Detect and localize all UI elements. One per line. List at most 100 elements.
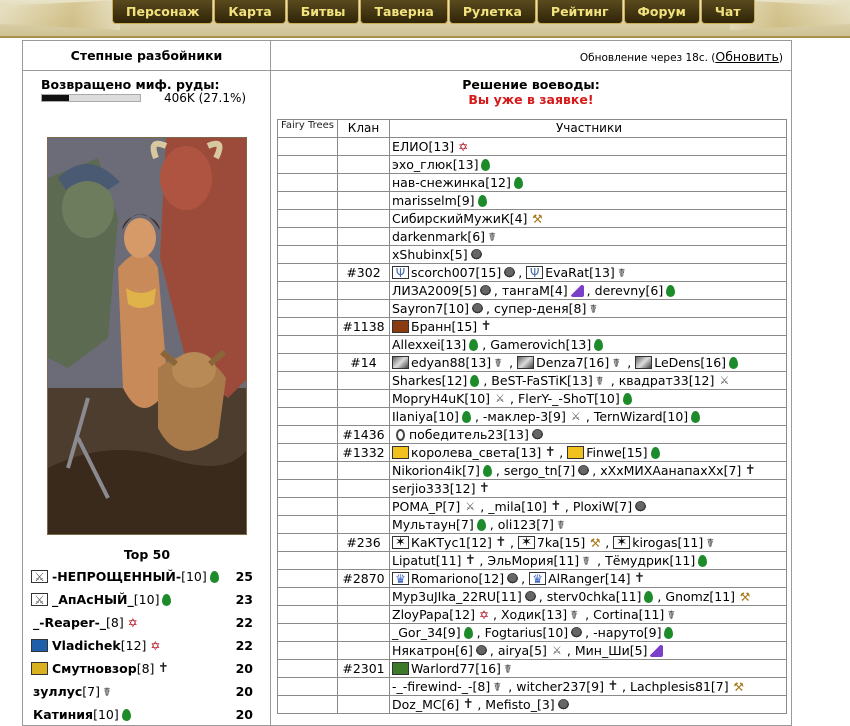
participant-name[interactable]: Cortina[11] — [593, 606, 664, 623]
participant-name[interactable]: Lipatut[11] — [392, 552, 461, 569]
clan-cell[interactable] — [338, 624, 390, 642]
participant-name[interactable]: -_-firewind-_-[8] — [392, 678, 490, 695]
participant-name[interactable]: МорryH4uK[10] — [392, 390, 490, 407]
clan-vlad-icon[interactable] — [31, 639, 48, 652]
clan-cell[interactable] — [338, 210, 390, 228]
participant-name[interactable]: королева_света[13] — [411, 444, 541, 461]
participant-name[interactable]: Ilaniya[10] — [392, 408, 459, 425]
participant-name[interactable]: POMA_P[7] — [392, 498, 460, 515]
participant-name[interactable]: тангаМ[4] — [502, 282, 568, 299]
clan-crown-icon[interactable]: ♛ — [392, 572, 409, 585]
clan-cell[interactable] — [338, 408, 390, 426]
participant-name[interactable]: ЭльМория[11] — [487, 552, 579, 569]
participant-name[interactable]: -маклер-3[9] — [483, 408, 566, 425]
participant-name[interactable]: serjio333[12] — [392, 480, 475, 497]
participant-name[interactable]: PloxiW[7] — [573, 498, 632, 515]
participant-name[interactable]: derevny[6] — [595, 282, 664, 299]
clan-denza-icon[interactable] — [517, 356, 535, 369]
nav-battles[interactable]: Битвы — [286, 0, 360, 24]
clan-cell[interactable] — [338, 696, 390, 714]
participant-name[interactable]: нав-снежинка[12] — [392, 174, 511, 191]
participant-name[interactable]: airya[5] — [498, 642, 547, 659]
clan-warlord-icon[interactable] — [392, 662, 409, 675]
participant-name[interactable]: kirogas[11] — [632, 534, 703, 551]
participant-name[interactable]: ЕЛИО[13] — [392, 138, 454, 155]
top50-player-name[interactable]: Vladichek — [52, 638, 121, 653]
participant-name[interactable]: EvaRat[13] — [545, 264, 615, 281]
nav-rating[interactable]: Рейтинг — [536, 0, 623, 24]
participant-name[interactable]: -наруто[9] — [593, 624, 661, 641]
clan-cell[interactable] — [338, 606, 390, 624]
participant-name[interactable]: Gnomz[11] — [665, 588, 735, 605]
participant-name[interactable]: LeDens[16] — [654, 354, 726, 371]
nav-chat[interactable]: Чат — [700, 0, 755, 24]
nav-forum[interactable]: Форум — [623, 0, 700, 24]
nav-character[interactable]: Персонаж — [112, 0, 214, 24]
clan-smut-icon[interactable] — [31, 662, 48, 675]
clan-cell[interactable] — [338, 516, 390, 534]
participant-name[interactable]: oli123[7] — [498, 516, 554, 533]
participant-name[interactable]: победитель23[13] — [409, 426, 529, 443]
participant-name[interactable]: scorch007[15] — [411, 264, 501, 281]
participant-name[interactable]: КаКТус1[12] — [411, 534, 492, 551]
participant-name[interactable]: ZloyPapa[12] — [392, 606, 475, 623]
participant-name[interactable]: Sharkes[12] — [392, 372, 467, 389]
participant-name[interactable]: TernWizard[10] — [594, 408, 688, 425]
participant-name[interactable]: Nikorion4ik[7] — [392, 462, 480, 479]
clan-cell[interactable]: #2870 — [338, 570, 390, 588]
participant-name[interactable]: darkenmark[6] — [392, 228, 485, 245]
clan-cell[interactable]: #14 — [338, 354, 390, 372]
top50-player-name[interactable]: _-Reaper-_ — [33, 615, 106, 630]
nav-roulette[interactable]: Рулетка — [448, 0, 536, 24]
top50-player-name[interactable]: -НЕПРОЩЕННЫЙ- — [52, 569, 181, 584]
participant-name[interactable]: Myp3uJIka_22RU[11] — [392, 588, 522, 605]
clan-cell[interactable] — [338, 192, 390, 210]
participant-name[interactable]: BeST-FaSTiK[13] — [491, 372, 592, 389]
clan-cell[interactable]: #302 — [338, 264, 390, 282]
clan-cell[interactable] — [338, 588, 390, 606]
participant-name[interactable]: sterv0chka[11] — [547, 588, 642, 605]
participant-name[interactable]: marisselm[9] — [392, 192, 475, 209]
top50-player-name[interactable]: Смутновзор — [52, 661, 137, 676]
participant-name[interactable]: edyan88[13] — [411, 354, 491, 371]
participant-name[interactable]: Тёмудрик[11] — [605, 552, 695, 569]
clan-kaktus-icon[interactable]: ✶ — [613, 536, 631, 549]
participant-name[interactable]: квадрат33[12] — [619, 372, 715, 389]
clan-crown-icon[interactable]: ♛ — [529, 572, 547, 585]
participant-name[interactable]: xXxМИХАанапахXx[7] — [600, 462, 741, 479]
participant-name[interactable]: xShubinx[5] — [392, 246, 468, 263]
clan-kaktus-icon[interactable]: ✶ — [392, 536, 409, 549]
participant-name[interactable]: Denza7[16] — [536, 354, 609, 371]
clan-cell[interactable] — [338, 246, 390, 264]
clan-kaktus-icon[interactable]: ✶ — [517, 536, 535, 549]
participant-name[interactable]: 7ka[15] — [537, 534, 585, 551]
clan-cell[interactable]: #1332 — [338, 444, 390, 462]
participant-name[interactable]: эхо_глюк[13] — [392, 156, 478, 173]
clan-cell[interactable] — [338, 174, 390, 192]
participant-name[interactable]: _Gor_34[9] — [392, 624, 461, 641]
clan-cell[interactable]: #1436 — [338, 426, 390, 444]
clan-cell[interactable] — [338, 156, 390, 174]
participant-name[interactable]: Някатрон[6] — [392, 642, 473, 659]
participant-name[interactable]: _mila[10] — [488, 498, 547, 515]
clan-cell[interactable] — [338, 498, 390, 516]
participant-name[interactable]: Gamerovich[13] — [490, 336, 591, 353]
clan-cell[interactable] — [338, 552, 390, 570]
participant-name[interactable]: Мин_Ши[5] — [575, 642, 648, 659]
clan-denza-icon[interactable] — [635, 356, 653, 369]
clan-brann-icon[interactable] — [392, 320, 409, 333]
clan-cell[interactable] — [338, 678, 390, 696]
clan-cell[interactable]: #2301 — [338, 660, 390, 678]
clan-cross2-icon[interactable]: ⚔ — [31, 570, 48, 583]
participant-name[interactable]: Бранн[15] — [411, 318, 477, 335]
clan-cell[interactable] — [338, 336, 390, 354]
participant-name[interactable]: Mefisto_[3] — [485, 696, 554, 713]
nav-map[interactable]: Карта — [214, 0, 286, 24]
participant-name[interactable]: супер-деня[8] — [494, 300, 586, 317]
clan-queen-icon[interactable] — [392, 446, 409, 459]
clan-denza-icon[interactable] — [392, 356, 409, 369]
clan-cell[interactable] — [338, 372, 390, 390]
clan-cross2-icon[interactable]: ⚔ — [31, 593, 48, 606]
participant-name[interactable]: FlerY-_-ShoT[10] — [518, 390, 620, 407]
top50-player-name[interactable]: _АпАсНЫЙ_ — [52, 592, 134, 607]
